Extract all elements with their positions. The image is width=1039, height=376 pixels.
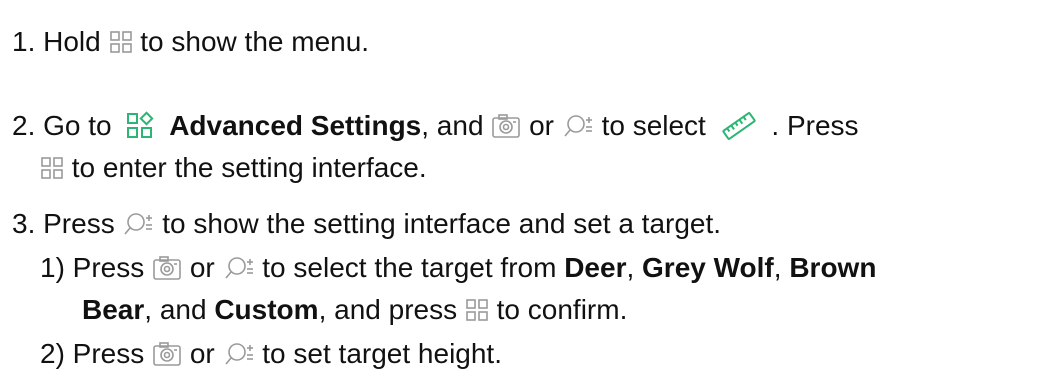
menu-grid-icon xyxy=(40,156,64,180)
step-1-suffix: to show the menu. xyxy=(140,26,370,57)
step-2-to-select: to select xyxy=(601,110,706,141)
ruler-icon xyxy=(720,110,758,142)
sub-1-or: or xyxy=(189,252,215,283)
sub-1-confirm: to confirm. xyxy=(496,294,628,325)
camera-icon xyxy=(152,255,182,281)
step-2: 2. Go to Advanced Settings, and or to se… xyxy=(12,106,859,146)
step-3: 3. Press to show the setting interface a… xyxy=(12,204,721,244)
sub-2-prefix: 2) Press xyxy=(40,338,145,369)
zoom-plus-minus-icon xyxy=(223,255,255,281)
target-deer: Deer xyxy=(564,252,627,283)
sub-2-or: or xyxy=(189,338,215,369)
sub-2-suffix: to set target height. xyxy=(262,338,502,369)
sub-1-prefix: 1) Press xyxy=(40,252,145,283)
target-bear: Bear xyxy=(82,294,145,325)
target-custom: Custom xyxy=(214,294,319,325)
comma: , xyxy=(626,252,635,283)
step-3-sub-1: 1) Press or to select the target from De… xyxy=(40,248,876,288)
step-1-prefix: 1. Hold xyxy=(12,26,101,57)
step-2-or: or xyxy=(529,110,554,141)
zoom-plus-minus-icon xyxy=(122,211,154,237)
zoom-plus-minus-icon xyxy=(562,113,594,139)
sub-1-press-end: , and press xyxy=(318,294,458,325)
target-brown: Brown xyxy=(789,252,877,283)
step-2-continued-text: to enter the setting interface. xyxy=(71,152,427,183)
sub-1-mid: to select the target from xyxy=(262,252,557,283)
advanced-settings-icon xyxy=(125,111,155,141)
step-2-and: , and xyxy=(421,110,484,141)
sub-1-and: , and xyxy=(144,294,207,325)
menu-grid-icon xyxy=(465,298,489,322)
camera-icon xyxy=(491,113,521,139)
step-3-prefix: 3. Press xyxy=(12,208,115,239)
menu-grid-icon xyxy=(109,30,133,54)
step-2-press: . Press xyxy=(771,110,859,141)
camera-icon xyxy=(152,341,182,367)
step-2-prefix: 2. Go to xyxy=(12,110,112,141)
advanced-settings-label: Advanced Settings xyxy=(169,110,422,141)
zoom-plus-minus-icon xyxy=(223,341,255,367)
target-grey-wolf: Grey Wolf xyxy=(642,252,774,283)
manual-page: 1. Hold to show the menu. 2. Go to Advan… xyxy=(0,0,1039,376)
step-3-sub-2: 2) Press or to set target height. xyxy=(40,334,502,374)
step-3-sub-1-continued: Bear, and Custom, and press to confirm. xyxy=(82,290,627,330)
comma: , xyxy=(773,252,782,283)
step-2-continued: to enter the setting interface. xyxy=(40,148,427,188)
step-1: 1. Hold to show the menu. xyxy=(12,22,369,62)
step-3-suffix: to show the setting interface and set a … xyxy=(162,208,722,239)
